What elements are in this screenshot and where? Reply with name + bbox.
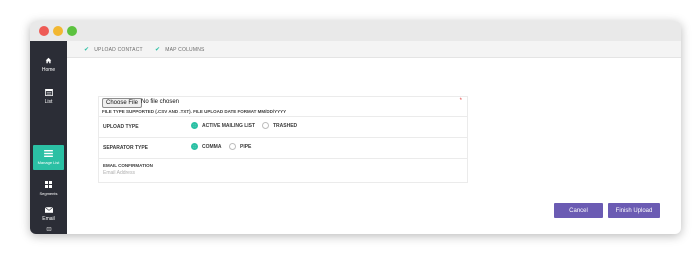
home-icon — [45, 57, 52, 64]
sidebar-item-label: Manage List — [37, 160, 60, 165]
sidebar-item-label: Home — [41, 67, 56, 73]
cancel-button[interactable]: Cancel — [554, 203, 603, 218]
check-icon: ✔ — [84, 47, 90, 53]
separator-type-row: SEPARATOR TYPE COMMA PIPE — [99, 138, 467, 159]
required-marker: * — [459, 98, 462, 104]
radio-label: ACTIVE MAILING LIST — [202, 122, 256, 129]
minimize-window-button[interactable] — [53, 26, 63, 36]
sidebar-item-messages[interactable] — [33, 227, 64, 234]
step-map-columns[interactable]: ✔ MAP COLUMNS — [155, 46, 205, 54]
step-label: UPLOAD CONTACT — [94, 46, 143, 53]
sidebar-item-label: Email — [42, 216, 55, 222]
radio-active-mailing-list[interactable]: ACTIVE MAILING LIST — [191, 122, 255, 129]
radio-label: PIPE — [240, 143, 252, 150]
sidebar-item-segments[interactable]: Segments — [33, 181, 64, 201]
title-bar — [30, 21, 681, 41]
segments-icon — [45, 181, 52, 188]
radio-pipe[interactable]: PIPE — [229, 143, 251, 150]
email-field[interactable] — [103, 170, 403, 176]
sidebar-item-manage-list[interactable]: Manage List — [33, 145, 64, 170]
choose-file-button[interactable]: Choose File — [102, 98, 143, 108]
step-label: MAP COLUMNS — [165, 46, 205, 53]
sidebar-item-email[interactable]: Email — [33, 207, 64, 227]
radio-selected-icon — [191, 122, 198, 129]
manage-list-icon — [44, 150, 53, 157]
sidebar: Home List Manage List Segments Email — [30, 41, 67, 234]
email-confirmation-label: EMAIL CONFIRMATION — [103, 163, 153, 168]
file-type-hint: FILE TYPE SUPPORTED (.CSV AND .TXT). FIL… — [102, 109, 287, 114]
app-window: Home List Manage List Segments Email ✔ U… — [30, 21, 681, 234]
sidebar-item-home[interactable]: Home — [33, 57, 64, 77]
email-confirmation-row: EMAIL CONFIRMATION — [99, 159, 467, 182]
finish-upload-button[interactable]: Finish Upload — [608, 203, 660, 218]
radio-label: TRASHED — [273, 122, 298, 129]
list-icon — [44, 89, 53, 96]
radio-unselected-icon — [262, 122, 269, 129]
message-icon — [46, 227, 51, 231]
upload-form: Choose File No file chosen FILE TYPE SUP… — [98, 96, 468, 183]
upload-type-label: UPLOAD TYPE — [103, 124, 139, 130]
radio-comma[interactable]: COMMA — [191, 143, 221, 150]
radio-label: COMMA — [202, 143, 222, 150]
file-upload-row: Choose File No file chosen FILE TYPE SUP… — [99, 97, 467, 117]
check-icon: ✔ — [155, 47, 161, 53]
email-icon — [44, 207, 53, 213]
radio-unselected-icon — [229, 143, 236, 150]
sidebar-item-label: List — [44, 99, 53, 105]
separator-type-label: SEPARATOR TYPE — [103, 145, 149, 151]
step-upload-contact[interactable]: ✔ UPLOAD CONTACT — [84, 46, 143, 54]
step-navigation: ✔ UPLOAD CONTACT ✔ MAP COLUMNS — [67, 41, 681, 58]
close-window-button[interactable] — [39, 26, 49, 36]
upload-type-row: UPLOAD TYPE ACTIVE MAILING LIST TRASHED — [99, 117, 467, 138]
radio-selected-icon — [191, 143, 198, 150]
sidebar-item-label: Segments — [39, 191, 58, 196]
sidebar-item-list[interactable]: List — [33, 89, 64, 109]
maximize-window-button[interactable] — [67, 26, 77, 36]
file-status: No file chosen — [141, 99, 180, 105]
radio-trashed[interactable]: TRASHED — [262, 122, 297, 129]
